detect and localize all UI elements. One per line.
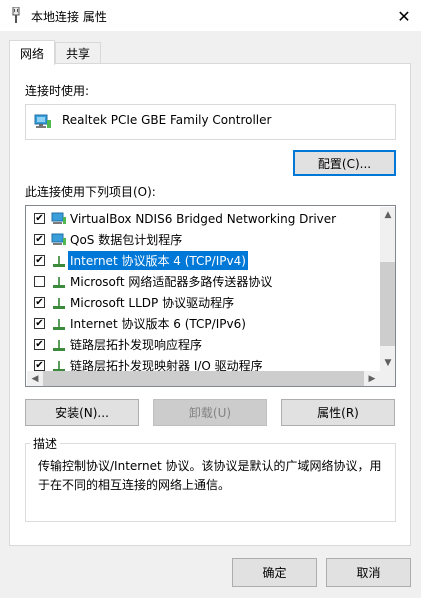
scroll-up-icon[interactable]: ▲ xyxy=(380,207,395,223)
list-item[interactable]: ✔ Microsoft LLDP 协议驱动程序 xyxy=(26,292,381,313)
item-label: Internet 协议版本 6 (TCP/IPv6) xyxy=(70,317,246,331)
connect-using-label: 连接时使用: xyxy=(25,84,90,98)
item-label: Internet 协议版本 4 (TCP/IPv4) xyxy=(68,251,248,270)
list-item[interactable]: ✔ 链路层拓扑发现响应程序 xyxy=(26,334,381,355)
item-checkbox[interactable]: ✔ xyxy=(34,234,45,245)
items-label: 此连接使用下列项目(O): xyxy=(25,185,156,199)
list-item-selected[interactable]: ✔ Internet 协议版本 4 (TCP/IPv4) xyxy=(26,250,381,271)
check-mark: ✔ xyxy=(35,359,44,371)
close-icon: ✕ xyxy=(397,6,411,26)
tab-network[interactable]: 网络 xyxy=(9,40,55,65)
install-button[interactable]: 安装(N)... xyxy=(25,399,139,426)
item-checkbox[interactable]: ✔ xyxy=(34,318,45,329)
uninstall-button[interactable]: 卸载(U) xyxy=(153,399,267,426)
item-checkbox[interactable]: ✔ xyxy=(34,255,45,266)
adapter-name: Realtek PCIe GBE Family Controller xyxy=(62,113,272,127)
ok-button[interactable]: 确定 xyxy=(232,558,317,587)
network-adapter-icon xyxy=(34,114,51,128)
protocol-icon xyxy=(53,276,65,288)
check-mark: ✔ xyxy=(35,254,44,266)
adapter-box: Realtek PCIe GBE Family Controller xyxy=(25,104,396,140)
network-connection-icon xyxy=(12,7,20,23)
description-text: 传输控制协议/Internet 协议。该协议是默认的广域网络协议，用于在不同的相… xyxy=(38,459,382,492)
item-label: QoS 数据包计划程序 xyxy=(70,233,183,247)
vertical-scroll-thumb[interactable] xyxy=(380,262,395,346)
scroll-left-icon[interactable]: ◀ xyxy=(27,371,43,386)
protocol-icon xyxy=(53,318,65,330)
list-item[interactable]: Microsoft 网络适配器多路传送器协议 xyxy=(26,271,381,292)
tab-sharing[interactable]: 共享 xyxy=(55,42,101,64)
item-checkbox[interactable] xyxy=(34,276,45,287)
scroll-down-icon[interactable]: ▼ xyxy=(380,355,395,371)
properties-button[interactable]: 属性(R) xyxy=(281,399,395,426)
list-item[interactable]: ✔ VirtualBox NDIS6 Bridged Networking Dr… xyxy=(26,208,381,229)
item-checkbox[interactable]: ✔ xyxy=(34,213,45,224)
scroll-right-icon[interactable]: ▶ xyxy=(364,371,380,386)
check-mark: ✔ xyxy=(35,296,44,308)
window-title: 本地连接 属性 xyxy=(31,10,107,24)
item-label: 链路层拓扑发现响应程序 xyxy=(70,338,203,352)
item-checkbox[interactable]: ✔ xyxy=(34,360,45,371)
close-button[interactable]: ✕ xyxy=(388,2,420,30)
protocol-icon xyxy=(53,339,65,351)
protocol-icon xyxy=(53,255,65,267)
tab-network-label: 网络 xyxy=(19,46,44,61)
horizontal-scroll-thumb[interactable] xyxy=(43,371,364,386)
check-mark: ✔ xyxy=(35,317,44,329)
network-adapter-icon xyxy=(51,233,66,245)
item-label: Microsoft 网络适配器多路传送器协议 xyxy=(70,275,273,289)
configure-button[interactable]: 配置(C)... xyxy=(293,150,396,176)
item-checkbox[interactable]: ✔ xyxy=(34,339,45,350)
list-item[interactable]: ✔ Internet 协议版本 6 (TCP/IPv6) xyxy=(26,313,381,334)
network-adapter-icon xyxy=(51,212,66,224)
components-list[interactable]: ✔ VirtualBox NDIS6 Bridged Networking Dr… xyxy=(25,205,396,387)
check-mark: ✔ xyxy=(35,338,44,350)
scroll-corner xyxy=(380,371,395,386)
list-item[interactable]: ✔ QoS 数据包计划程序 xyxy=(26,229,381,250)
protocol-icon xyxy=(53,297,65,309)
description-title: 描述 xyxy=(30,435,61,452)
check-mark: ✔ xyxy=(35,212,44,224)
item-checkbox[interactable]: ✔ xyxy=(34,297,45,308)
check-mark: ✔ xyxy=(35,233,44,245)
item-label: Microsoft LLDP 协议驱动程序 xyxy=(70,296,235,310)
cancel-button[interactable]: 取消 xyxy=(326,558,411,587)
item-label: VirtualBox NDIS6 Bridged Networking Driv… xyxy=(70,211,337,226)
tab-sharing-label: 共享 xyxy=(65,46,90,61)
